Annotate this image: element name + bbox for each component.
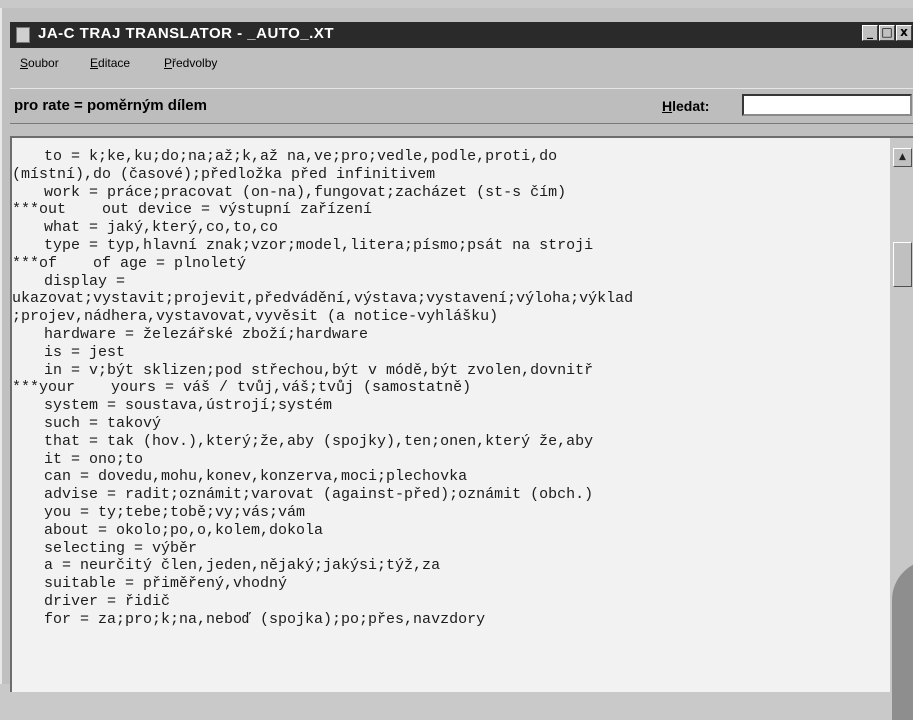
menu-editace[interactable]: Editace [90,56,130,70]
close-button[interactable]: x [896,25,912,41]
background-decoration [892,560,913,720]
dictionary-line: that = tak (hov.),který;že,aby (spojky),… [44,432,594,450]
menu-soubor[interactable]: Soubor [20,56,59,70]
scroll-thumb[interactable] [893,242,912,287]
minimize-button[interactable]: _ [862,25,878,41]
dictionary-line: suitable = přiměřený,vhodný [44,575,288,593]
dictionary-line: it = ono;to [44,450,144,468]
app-icon [16,27,30,43]
menu-soubor-label: oubor [28,56,59,70]
dictionary-line: ***of of age = plnoletý [12,254,247,272]
search-input[interactable] [742,94,912,116]
dictionary-line: selecting = výběr [44,539,198,557]
dictionary-line: hardware = železářské zboží;hardware [44,325,369,343]
dictionary-line: driver = řidič [44,592,171,610]
menu-predvolby[interactable]: Předvolby [164,56,217,70]
dictionary-line: system = soustava,ústrojí;systém [44,397,333,415]
dictionary-line: ***out out device = výstupní zařízení [12,201,373,219]
dictionary-line: ;projev,nádhera,vystavovat,vyvěsit (a no… [12,308,499,326]
window-title: JA-C TRAJ TRANSLATOR - _AUTO_.XT [38,25,335,42]
dictionary-line: (místní),do (časové);předložka před infi… [12,165,436,183]
menu-bar: Soubor Editace Předvolby [10,52,913,76]
search-label-text: ledat: [672,98,710,114]
search-label-mnemonic: H [662,98,673,114]
dictionary-line: for = za;pro;k;na,neboď (spojka);po;přes… [44,610,486,628]
toolbar: pro rate = poměrným dílem Hledat: [10,88,913,124]
dictionary-line: ukazovat;vystavit;projevit,předvádění,vý… [12,290,634,308]
app-window: JA-C TRAJ TRANSLATOR - _AUTO_.XT _ □ x S… [0,8,913,692]
menu-editace-label: ditace [98,56,131,70]
dictionary-line: to = k;ke,ku;do;na;až;k,až na,ve;pro;ved… [44,148,558,165]
menu-predvolby-label: ředvolby [172,56,218,70]
title-bar[interactable]: JA-C TRAJ TRANSLATOR - _AUTO_.XT _ □ x [10,22,913,48]
dictionary-line: work = práce;pracovat (on-na),fungovat;z… [44,183,567,201]
dictionary-line: you = ty;tebe;tobě;vy;vás;vám [44,503,306,521]
dictionary-line: is = jest [44,343,126,361]
menu-predvolby-mnemonic: P [164,56,173,70]
current-entry: pro rate = poměrným dílem [14,97,207,114]
search-label: Hledat: [662,98,709,114]
dictionary-line: in = v;být sklizen;pod střechou,být v mó… [44,361,594,379]
dictionary-text-area[interactable]: to = k;ke,ku;do;na;až;k,až na,ve;pro;ved… [10,136,890,692]
dictionary-line: a = neurčitý člen,jeden,nějaký;jakýsi;tý… [44,557,441,575]
dictionary-line: ***your yours = váš / tvůj,váš;tvůj (sam… [12,379,472,397]
maximize-button[interactable]: □ [879,25,895,41]
dictionary-line: such = takový [44,414,162,432]
dictionary-line: advise = radit;oznámit;varovat (against-… [44,486,594,504]
dictionary-line: about = okolo;po,o,kolem,dokola [44,521,324,539]
menu-soubor-mnemonic: S [20,56,29,70]
dictionary-text: to = k;ke,ku;do;na;až;k,až na,ve;pro;ved… [12,138,890,629]
dictionary-line: type = typ,hlavní znak;vzor;model,litera… [44,236,594,254]
dictionary-line: display = [44,272,126,290]
dictionary-line: what = jaký,který,co,to,co [44,219,279,237]
dictionary-line: can = dovedu,mohu,konev,konzerva,moci;pl… [44,468,468,486]
scroll-up-arrow-icon[interactable]: ▲ [893,148,912,167]
menu-editace-mnemonic: E [90,56,99,70]
